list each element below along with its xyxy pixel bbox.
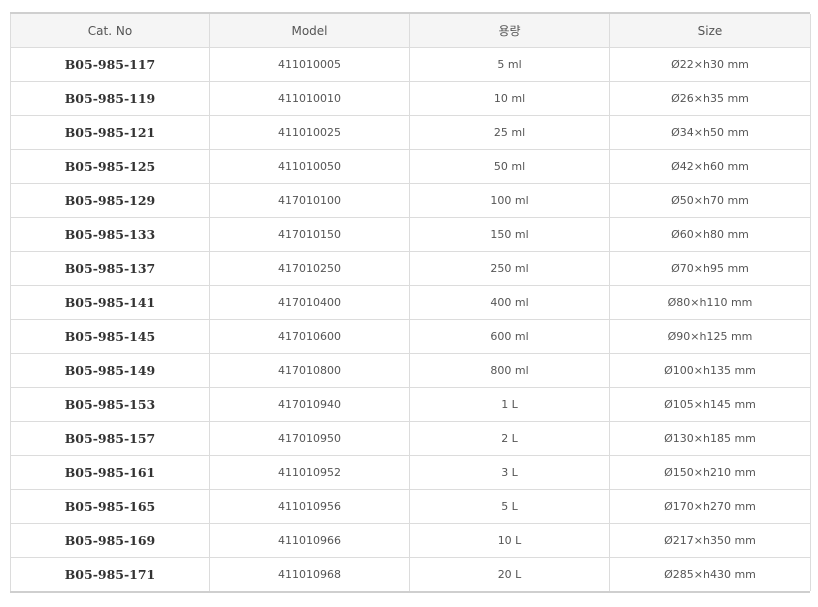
- table-row: B05-985-137 417010250 250 ml Ø70×h95 mm: [10, 251, 811, 286]
- cell-size: Ø70×h95 mm: [609, 251, 811, 286]
- cell-capacity: 150 ml: [409, 217, 610, 252]
- header-size: Size: [609, 14, 811, 48]
- cell-model: 417010400: [209, 285, 410, 320]
- cell-cat-no: B05-985-129: [10, 183, 210, 218]
- cell-cat-no: B05-985-125: [10, 149, 210, 184]
- table-header-row: Cat. No Model 용량 Size: [10, 14, 811, 48]
- cell-capacity: 3 L: [409, 455, 610, 490]
- header-cat-no: Cat. No: [10, 14, 210, 48]
- cell-cat-no: B05-985-165: [10, 489, 210, 524]
- cell-capacity: 5 ml: [409, 47, 610, 82]
- product-spec-table-container: Cat. No Model 용량 Size B05-985-117 4110100…: [10, 12, 811, 593]
- cell-model: 411010952: [209, 455, 410, 490]
- cell-capacity: 50 ml: [409, 149, 610, 184]
- cell-capacity: 100 ml: [409, 183, 610, 218]
- cell-cat-no: B05-985-133: [10, 217, 210, 252]
- cell-model: 417010950: [209, 421, 410, 456]
- cell-model: 411010968: [209, 557, 410, 591]
- cell-cat-no: B05-985-117: [10, 47, 210, 82]
- table-row: B05-985-129 417010100 100 ml Ø50×h70 mm: [10, 183, 811, 218]
- cell-size: Ø105×h145 mm: [609, 387, 811, 422]
- cell-model: 411010010: [209, 81, 410, 116]
- table-row: B05-985-149 417010800 800 ml Ø100×h135 mm: [10, 353, 811, 388]
- cell-size: Ø80×h110 mm: [609, 285, 811, 320]
- cell-capacity: 600 ml: [409, 319, 610, 354]
- cell-cat-no: B05-985-145: [10, 319, 210, 354]
- cell-model: 417010800: [209, 353, 410, 388]
- cell-size: Ø100×h135 mm: [609, 353, 811, 388]
- cell-cat-no: B05-985-121: [10, 115, 210, 150]
- cell-cat-no: B05-985-157: [10, 421, 210, 456]
- cell-model: 417010940: [209, 387, 410, 422]
- cell-capacity: 5 L: [409, 489, 610, 524]
- cell-size: Ø285×h430 mm: [609, 557, 811, 591]
- table-row: B05-985-171 411010968 20 L Ø285×h430 mm: [10, 557, 811, 591]
- cell-model: 417010600: [209, 319, 410, 354]
- cell-capacity: 800 ml: [409, 353, 610, 388]
- table-row: B05-985-153 417010940 1 L Ø105×h145 mm: [10, 387, 811, 422]
- cell-capacity: 10 L: [409, 523, 610, 558]
- cell-cat-no: B05-985-149: [10, 353, 210, 388]
- header-capacity: 용량: [409, 14, 610, 48]
- product-spec-table: Cat. No Model 용량 Size B05-985-117 4110100…: [10, 14, 811, 591]
- cell-cat-no: B05-985-171: [10, 557, 210, 591]
- cell-model: 411010050: [209, 149, 410, 184]
- cell-size: Ø26×h35 mm: [609, 81, 811, 116]
- cell-capacity: 1 L: [409, 387, 610, 422]
- table-row: B05-985-141 417010400 400 ml Ø80×h110 mm: [10, 285, 811, 320]
- cell-model: 411010956: [209, 489, 410, 524]
- cell-model: 411010005: [209, 47, 410, 82]
- table-row: B05-985-161 411010952 3 L Ø150×h210 mm: [10, 455, 811, 490]
- cell-capacity: 400 ml: [409, 285, 610, 320]
- cell-size: Ø217×h350 mm: [609, 523, 811, 558]
- cell-size: Ø150×h210 mm: [609, 455, 811, 490]
- table-row: B05-985-145 417010600 600 ml Ø90×h125 mm: [10, 319, 811, 354]
- table-row: B05-985-169 411010966 10 L Ø217×h350 mm: [10, 523, 811, 558]
- cell-model: 411010025: [209, 115, 410, 150]
- cell-capacity: 20 L: [409, 557, 610, 591]
- cell-model: 411010966: [209, 523, 410, 558]
- cell-model: 417010150: [209, 217, 410, 252]
- table-row: B05-985-119 411010010 10 ml Ø26×h35 mm: [10, 81, 811, 116]
- cell-capacity: 2 L: [409, 421, 610, 456]
- cell-size: Ø170×h270 mm: [609, 489, 811, 524]
- table-row: B05-985-121 411010025 25 ml Ø34×h50 mm: [10, 115, 811, 150]
- cell-capacity: 25 ml: [409, 115, 610, 150]
- cell-model: 417010100: [209, 183, 410, 218]
- table-row: B05-985-117 411010005 5 ml Ø22×h30 mm: [10, 47, 811, 82]
- cell-capacity: 10 ml: [409, 81, 610, 116]
- cell-cat-no: B05-985-153: [10, 387, 210, 422]
- cell-cat-no: B05-985-137: [10, 251, 210, 286]
- cell-capacity: 250 ml: [409, 251, 610, 286]
- table-row: B05-985-165 411010956 5 L Ø170×h270 mm: [10, 489, 811, 524]
- table-body: B05-985-117 411010005 5 ml Ø22×h30 mm B05-98…: [10, 47, 811, 591]
- cell-size: Ø34×h50 mm: [609, 115, 811, 150]
- cell-cat-no: B05-985-119: [10, 81, 210, 116]
- table-row: B05-985-125 411010050 50 ml Ø42×h60 mm: [10, 149, 811, 184]
- cell-size: Ø50×h70 mm: [609, 183, 811, 218]
- cell-size: Ø130×h185 mm: [609, 421, 811, 456]
- cell-size: Ø90×h125 mm: [609, 319, 811, 354]
- cell-size: Ø42×h60 mm: [609, 149, 811, 184]
- table-row: B05-985-133 417010150 150 ml Ø60×h80 mm: [10, 217, 811, 252]
- cell-size: Ø60×h80 mm: [609, 217, 811, 252]
- table-row: B05-985-157 417010950 2 L Ø130×h185 mm: [10, 421, 811, 456]
- cell-cat-no: B05-985-141: [10, 285, 210, 320]
- cell-model: 417010250: [209, 251, 410, 286]
- cell-size: Ø22×h30 mm: [609, 47, 811, 82]
- cell-cat-no: B05-985-161: [10, 455, 210, 490]
- header-model: Model: [209, 14, 410, 48]
- cell-cat-no: B05-985-169: [10, 523, 210, 558]
